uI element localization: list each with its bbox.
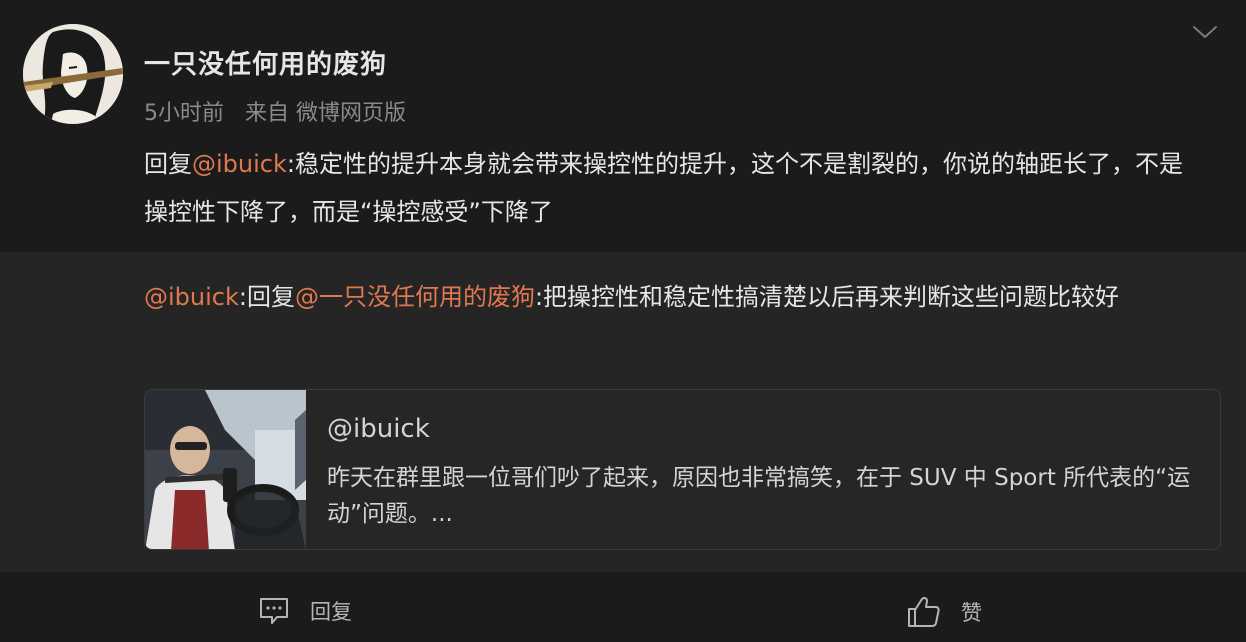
card-thumbnail	[145, 390, 306, 549]
post-time: 5小时前	[144, 101, 224, 126]
reply-button[interactable]: 回复	[258, 596, 352, 626]
avatar-illustration	[23, 24, 123, 124]
like-button[interactable]: 赞	[907, 596, 982, 628]
comment-body: 回复@ibuick:稳定性的提升本身就会带来操控性的提升，这个不是割裂的，你说的…	[144, 140, 1204, 236]
comment-text: :稳定性的提升本身就会带来操控性的提升，这个不是割裂的，你说的轴距长了，不是操控…	[144, 150, 1183, 226]
action-bar	[0, 572, 1246, 642]
quoted-reply-text: :把操控性和稳定性搞清楚以后再来判断这些问题比较好	[534, 283, 1120, 311]
like-label: 赞	[961, 601, 982, 625]
chevron-down-icon[interactable]	[1190, 22, 1220, 42]
reply-prefix: 回复	[144, 150, 192, 178]
thumbs-up-icon	[908, 596, 940, 627]
quoted-author-mention[interactable]: @ibuick	[144, 283, 239, 311]
card-author-handle: @ibuick	[327, 414, 430, 444]
post-source: 来自 微博网页版	[245, 101, 406, 126]
card-description: 昨天在群里跟一位哥们吵了起来，原因也非常搞笑，在于 SUV 中 Sport 所代…	[327, 465, 1191, 527]
quoted-target-mention[interactable]: @一只没任何用的废狗	[295, 283, 535, 311]
avatar[interactable]	[23, 24, 123, 124]
post-meta: 5小时前 来自 微博网页版	[144, 95, 406, 127]
comment-icon	[260, 598, 288, 624]
mention-link[interactable]: @ibuick	[192, 150, 287, 178]
author-name[interactable]: 一只没任何用的废狗	[144, 44, 387, 81]
linked-post-card[interactable]: @ibuick 昨天在群里跟一位哥们吵了起来，原因也非常搞笑，在于 SUV 中 …	[144, 389, 1221, 550]
weibo-comment-page: 一只没任何用的废狗 5小时前 来自 微博网页版 回复@ibuick:稳定性的提升…	[0, 0, 1246, 642]
reply-label: 回复	[310, 600, 352, 624]
quoted-reply-body: @ibuick:回复@一只没任何用的废狗:把操控性和稳定性搞清楚以后再来判断这些…	[144, 273, 1214, 321]
quoted-reply-word: :回复	[238, 283, 295, 311]
